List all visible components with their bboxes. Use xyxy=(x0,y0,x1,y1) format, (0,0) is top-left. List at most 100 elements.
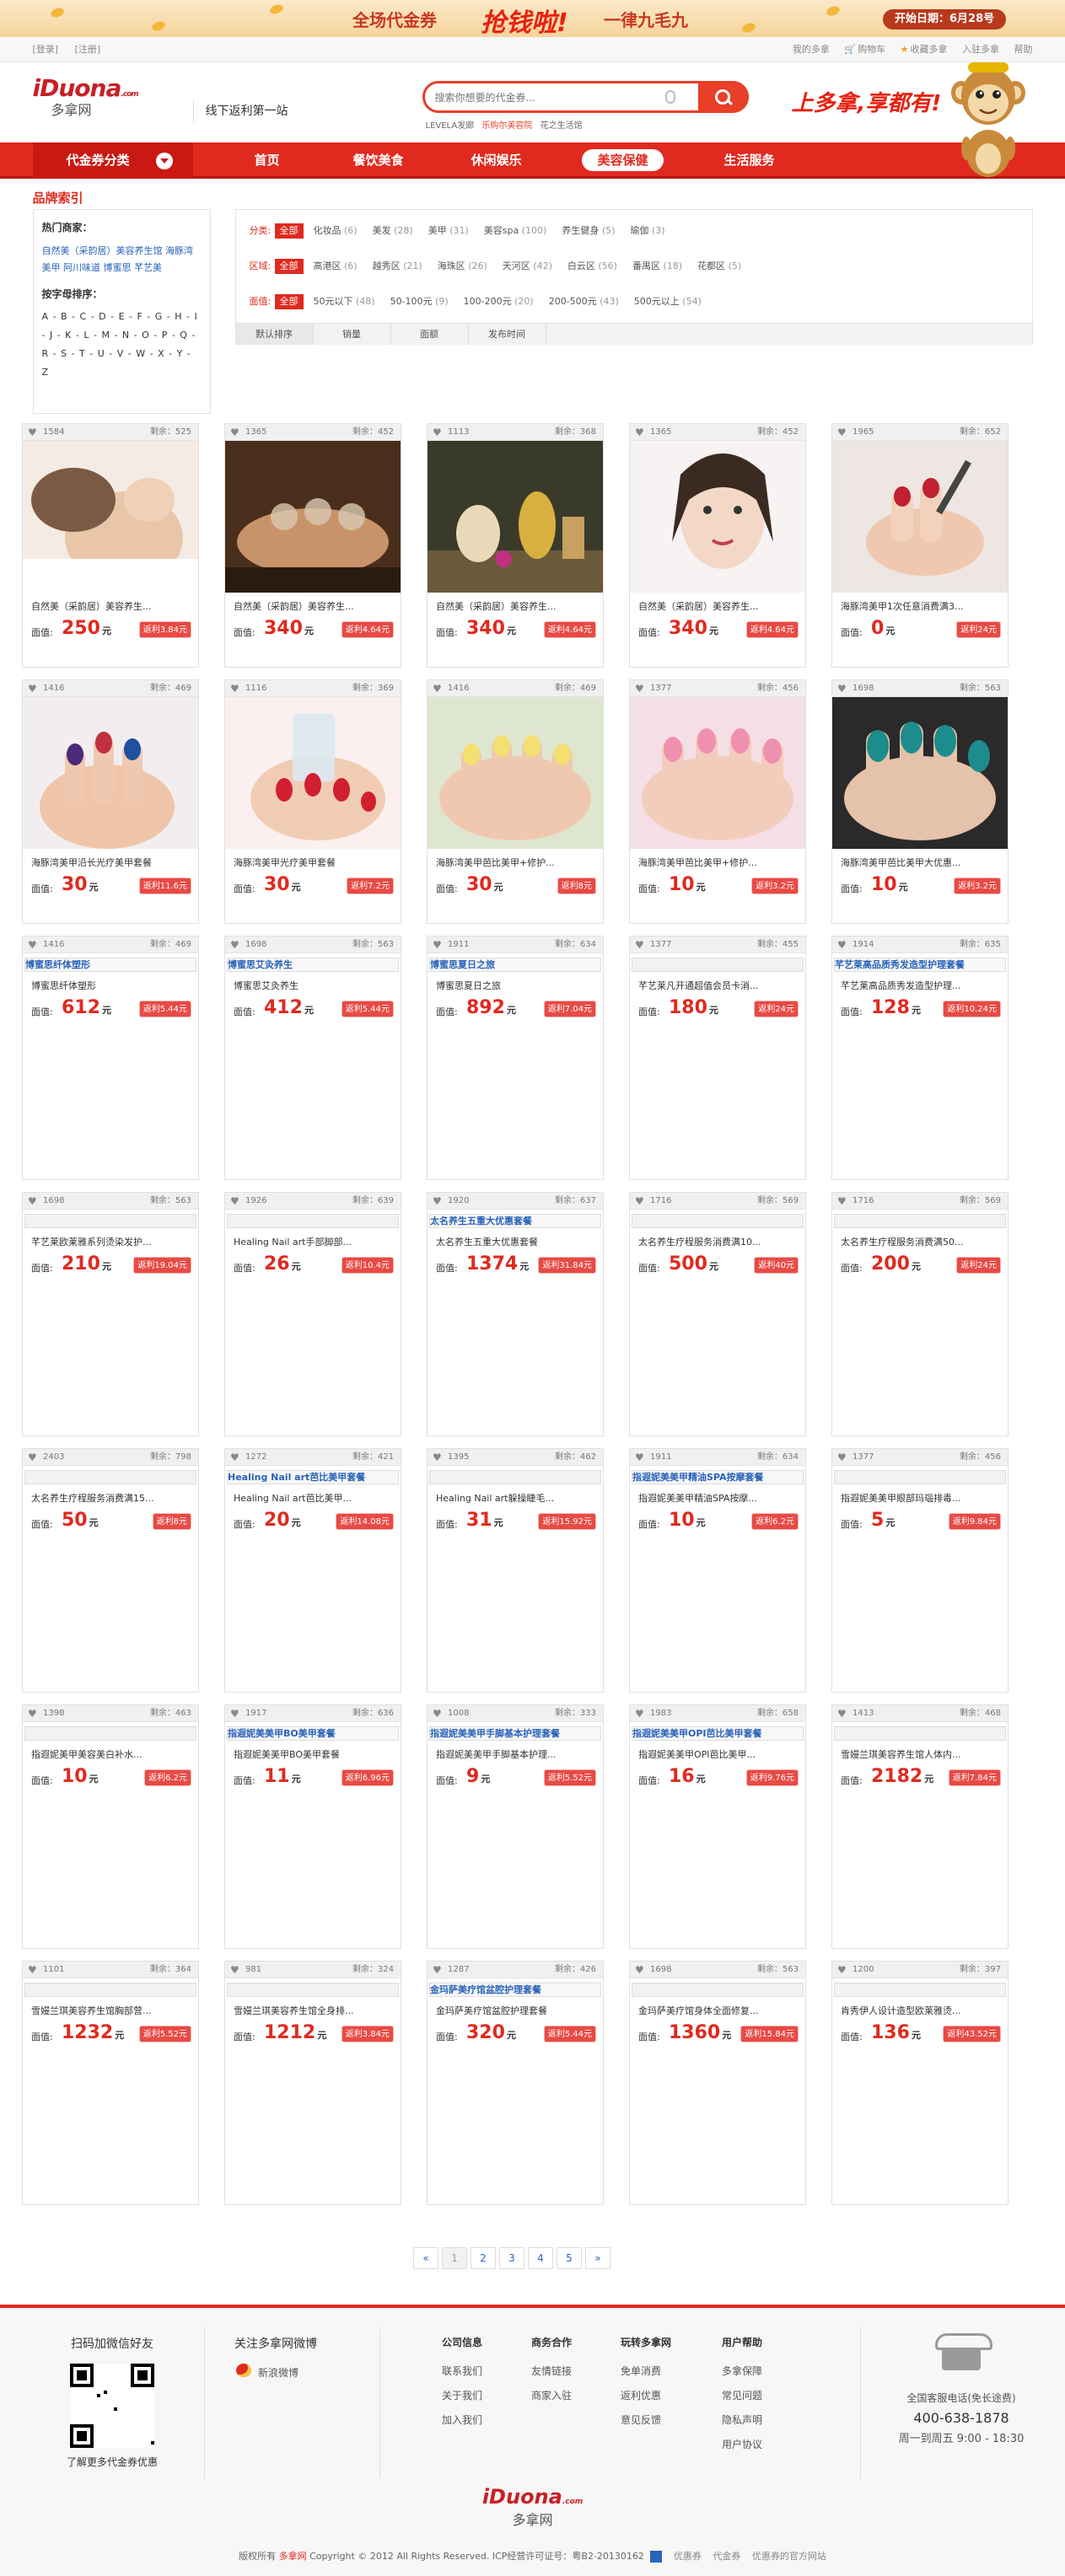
az-letter-links[interactable]: A - B - C - D - E - F - G - H - I - J - … xyxy=(42,308,202,382)
product-card[interactable]: 1287 剩余：426 金玛萨美疗馆盆腔护理套餐金玛萨美疗馆盆腔护理套餐面值: 320… xyxy=(427,1961,604,2205)
product-card[interactable]: 1116 剩余：369 海豚湾美甲光疗美甲套餐面值: 30元 返利7.2元 xyxy=(224,679,401,924)
product-name[interactable]: 博蜜思夏日之旅 xyxy=(436,980,596,992)
filter-option[interactable]: 天河区 (42) xyxy=(503,260,552,271)
filter-option[interactable]: 番禺区 (18) xyxy=(632,260,682,271)
rebate-badge[interactable]: 返利4.64元 xyxy=(341,621,394,638)
rebate-badge[interactable]: 返利15.92元 xyxy=(538,1513,596,1530)
hotword-link[interactable]: LEVELA发廊 xyxy=(426,121,475,131)
filter-option[interactable]: 500元以上 (54) xyxy=(634,296,702,307)
product-title-banner[interactable] xyxy=(429,1470,601,1484)
product-title-banner[interactable] xyxy=(24,1470,196,1484)
category-menu-button[interactable]: 代金券分类 xyxy=(32,142,193,179)
product-name[interactable]: 自然美（采韵居）美容养生... xyxy=(436,601,596,613)
product-name[interactable]: 海豚湾美甲芭比美甲+修护... xyxy=(638,857,799,869)
product-name[interactable]: 太名养生疗程服务消费满50... xyxy=(841,1237,1001,1248)
product-card[interactable]: 2403 剩余：798 太名养生疗程服务消费满15... 面值: 50元 返利8元 xyxy=(22,1448,199,1693)
footer-link[interactable]: 意见反馈 xyxy=(621,2408,702,2433)
product-name[interactable]: 太名养生疗程服务消费满15... xyxy=(31,1493,191,1505)
rebate-badge[interactable]: 返利24元 xyxy=(956,621,1001,638)
product-name[interactable]: 芊艺莱欧莱雅系列烫染发护... xyxy=(31,1237,191,1248)
cart-link[interactable]: 🛒 购物车 xyxy=(844,44,885,55)
product-image[interactable] xyxy=(832,441,1008,593)
product-card[interactable]: 1008 剩余：333 指遐妮美美甲手脚基本护理套餐指遐妮美美甲手脚基本护理... 面… xyxy=(427,1704,604,1949)
product-card[interactable]: 1914 剩余：635 芊艺莱高品质秀发造型护理套餐芊艺莱高品质秀发造型护理... 面… xyxy=(831,936,1009,1180)
nav-item-food[interactable]: 餐饮美食 xyxy=(328,142,429,179)
rebate-badge[interactable]: 返利8元 xyxy=(152,1513,191,1530)
product-name[interactable]: 肯秀伊人设计造型欧莱雅烫... xyxy=(841,2005,1001,2017)
product-title-banner[interactable]: 指遐妮美美甲精油SPA按摩套餐 xyxy=(632,1470,804,1484)
footer-link[interactable]: 关于我们 xyxy=(442,2384,523,2408)
product-card[interactable]: 1398 剩余：463 指遐妮美甲美容美白补水... 面值: 10元 返利6.2元 xyxy=(22,1704,199,1949)
footer-link[interactable]: 免单消费 xyxy=(621,2359,702,2384)
product-card[interactable]: 981剩余：324雪嫚兰琪美容养生馆全身排...面值:1212元返利3.84元 xyxy=(224,1961,401,2205)
product-name[interactable]: 金玛萨美疗馆盆腔护理套餐 xyxy=(436,2005,596,2017)
footer-bottom-link[interactable]: 优惠券 xyxy=(674,2551,702,2562)
product-card[interactable]: 1920 剩余：637 太名养生五重大优惠套餐太名养生五重大优惠套餐面值: 1374元… xyxy=(427,1192,604,1436)
top-promo-banner[interactable]: 全场代金券 抢钱啦! 一律九毛九 开始日期：6月28号 xyxy=(0,0,1065,37)
rebate-badge[interactable]: 返利9.76元 xyxy=(745,1769,799,1786)
product-name[interactable]: 海豚湾美甲芭比美甲+修护... xyxy=(436,857,596,869)
product-name[interactable]: 博蜜思艾灸养生 xyxy=(234,980,394,992)
footer-link[interactable]: 常见问题 xyxy=(722,2384,803,2408)
rebate-badge[interactable]: 返利4.64元 xyxy=(745,621,799,638)
product-name[interactable]: 指遐妮美美甲精油SPA按摩... xyxy=(638,1493,799,1505)
product-card[interactable]: 1917 剩余：636 指遐妮美美甲BO美甲套餐指遐妮美美甲BO美甲套餐面值: 11元… xyxy=(224,1704,401,1949)
product-name[interactable]: 指遐妮美美甲BO美甲套餐 xyxy=(234,1749,394,1761)
sort-sales[interactable]: 销量 xyxy=(314,324,391,345)
product-name[interactable]: Healing Nail art手部脚部... xyxy=(234,1237,394,1248)
page-next[interactable]: » xyxy=(585,2247,610,2269)
nav-item-home[interactable]: 首页 xyxy=(217,142,318,179)
rebate-badge[interactable]: 返利7.2元 xyxy=(347,877,394,894)
product-title-banner[interactable] xyxy=(24,1983,196,1997)
footer-bottom-link[interactable]: 代金券 xyxy=(713,2551,740,2562)
nav-item-beauty[interactable]: 美容保健 xyxy=(573,142,674,179)
rebate-badge[interactable]: 返利31.84元 xyxy=(538,1257,596,1274)
site-logo[interactable]: iDuona.com 多拿网 xyxy=(33,74,139,119)
page-3[interactable]: 3 xyxy=(499,2247,524,2269)
product-image[interactable] xyxy=(23,441,198,593)
product-name[interactable]: 芊艺莱高品质秀发造型护理... xyxy=(841,980,1001,992)
rebate-badge[interactable]: 返利15.84元 xyxy=(740,2026,799,2042)
weibo-link[interactable]: 新浪微博 xyxy=(234,2364,361,2380)
favorite-link[interactable]: ★ 收藏多拿 xyxy=(901,44,948,55)
product-title-banner[interactable]: 太名养生五重大优惠套餐 xyxy=(429,1214,601,1228)
product-card[interactable]: 1983 剩余：658 指遐妮美美甲OPI芭比美甲套餐指遐妮美美甲OPI芭比美甲..… xyxy=(629,1704,806,1949)
filter-option[interactable]: 瑜伽 (3) xyxy=(630,225,664,236)
filter-option[interactable]: 50元以下 (48) xyxy=(314,296,375,307)
filter-option[interactable]: 200-500元 (43) xyxy=(549,296,619,307)
footer-link[interactable]: 隐私声明 xyxy=(722,2408,803,2433)
footer-link[interactable]: 联系我们 xyxy=(442,2359,523,2384)
product-title-banner[interactable] xyxy=(632,1983,804,1997)
rebate-badge[interactable]: 返利19.04元 xyxy=(133,1257,191,1274)
product-card[interactable]: 1716 剩余：569 太名养生疗程服务消费满50... 面值: 200元 返利24元 xyxy=(831,1192,1009,1436)
product-title-banner[interactable] xyxy=(834,1214,1006,1228)
sort-value[interactable]: 面额 xyxy=(391,324,469,345)
product-name[interactable]: 雪嫚兰琪美容养生馆人体内... xyxy=(841,1749,1001,1761)
product-name[interactable]: 芊艺莱凡开通超值会员卡消... xyxy=(638,980,799,992)
product-title-banner[interactable]: 博蜜思夏日之旅 xyxy=(429,958,601,972)
my-account-link[interactable]: 我的多拿 xyxy=(793,44,830,55)
product-card[interactable]: 1395 剩余：462 Healing Nail art躲操睫毛... 面值: 31元 返… xyxy=(427,1448,604,1693)
product-card[interactable]: 1101剩余：364雪嫚兰琪美容养生馆胸部营...面值:1232元返利5.52元 xyxy=(22,1961,199,2205)
filter-all-button[interactable]: 全部 xyxy=(274,259,304,274)
rebate-badge[interactable]: 返利40元 xyxy=(754,1257,799,1274)
product-title-banner[interactable]: 指遐妮美美甲OPI芭比美甲套餐 xyxy=(632,1726,804,1741)
footer-bottom-link[interactable]: 优惠券的官方网站 xyxy=(752,2551,826,2562)
product-name[interactable]: 雪嫚兰琪美容养生馆胸部营... xyxy=(31,2005,191,2017)
product-title-banner[interactable] xyxy=(24,1214,196,1228)
rebate-badge[interactable]: 返利10.24元 xyxy=(943,1001,1001,1017)
nav-item-life[interactable]: 生活服务 xyxy=(699,142,800,179)
rebate-badge[interactable]: 返利3.2元 xyxy=(954,877,1001,894)
rebate-badge[interactable]: 返利9.84元 xyxy=(948,1513,1001,1530)
filter-option[interactable]: 白云区 (56) xyxy=(567,260,617,271)
rebate-badge[interactable]: 返利5.52元 xyxy=(543,1769,596,1786)
product-name[interactable]: 金玛萨美疗馆身体全面修复... xyxy=(638,2005,799,2017)
product-name[interactable]: 太名养生五重大优惠套餐 xyxy=(436,1237,596,1248)
product-name[interactable]: Healing Nail art芭比美甲... xyxy=(234,1493,394,1505)
product-card[interactable]: 1911 剩余：634 博蜜思夏日之旅博蜜思夏日之旅面值: 892元 返利7.04元 xyxy=(427,936,604,1180)
rebate-badge[interactable]: 返利5.52元 xyxy=(138,2026,191,2042)
product-name[interactable]: 指遐妮美美甲OPI芭比美甲... xyxy=(638,1749,799,1761)
microphone-icon[interactable] xyxy=(664,90,675,104)
product-title-banner[interactable] xyxy=(227,1983,399,1997)
rebate-badge[interactable]: 返利6.2元 xyxy=(751,1513,799,1530)
